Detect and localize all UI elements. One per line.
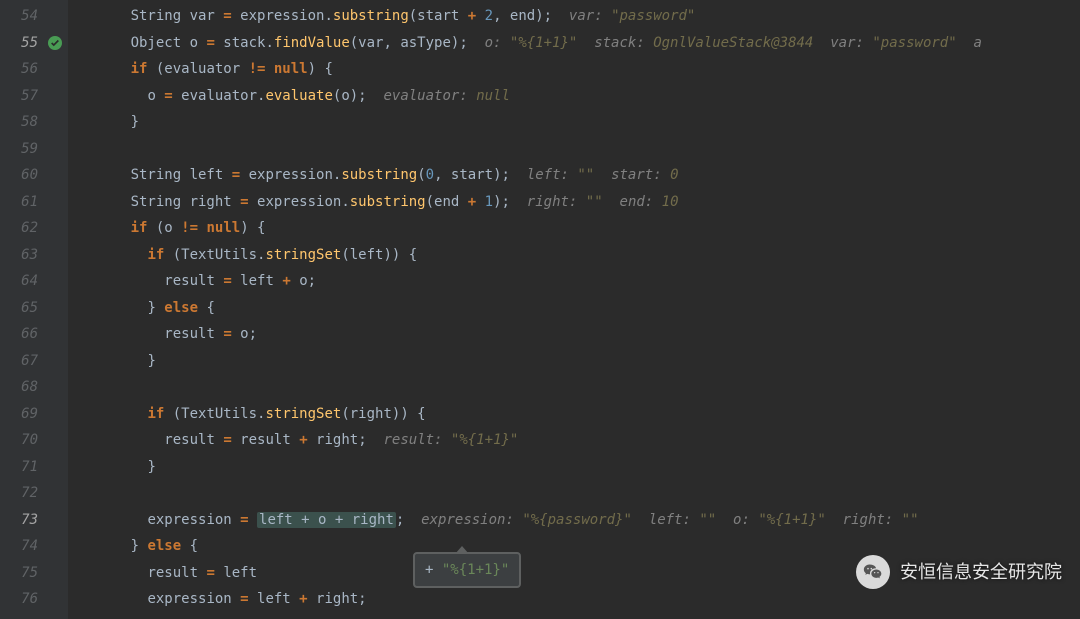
code-line[interactable] bbox=[68, 481, 1080, 508]
code-line[interactable]: result = o; bbox=[68, 322, 1080, 349]
line-number[interactable]: 62 bbox=[0, 216, 68, 243]
code-line[interactable]: if (TextUtils.stringSet(left)) { bbox=[68, 243, 1080, 270]
line-number[interactable]: 74 bbox=[0, 534, 68, 561]
line-number[interactable]: 54 bbox=[0, 4, 68, 31]
watermark-text: 安恒信息安全研究院 bbox=[900, 560, 1062, 584]
line-number[interactable]: 75 bbox=[0, 561, 68, 588]
line-number[interactable]: 70 bbox=[0, 428, 68, 455]
breakpoint-check-icon[interactable] bbox=[48, 36, 62, 50]
code-line[interactable]: if (TextUtils.stringSet(right)) { bbox=[68, 402, 1080, 429]
code-line[interactable]: result = result + right; result: "%{1+1}… bbox=[68, 428, 1080, 455]
line-number[interactable]: 68 bbox=[0, 375, 68, 402]
code-line[interactable]: o = evaluator.evaluate(o); evaluator: nu… bbox=[68, 84, 1080, 111]
tooltip-value: "%{1+1}" bbox=[442, 562, 509, 578]
line-number[interactable]: 71 bbox=[0, 455, 68, 482]
code-line[interactable]: if (o != null) { bbox=[68, 216, 1080, 243]
code-area[interactable]: String var = expression.substring(start … bbox=[68, 0, 1080, 619]
gutter[interactable]: 5455565758596061626364656667686970717273… bbox=[0, 0, 68, 619]
code-line[interactable]: String right = expression.substring(end … bbox=[68, 190, 1080, 217]
code-line[interactable]: if (evaluator != null) { bbox=[68, 57, 1080, 84]
code-line[interactable]: expression = left + right; bbox=[68, 587, 1080, 614]
line-number[interactable]: 56 bbox=[0, 57, 68, 84]
code-line[interactable]: result = left + o; bbox=[68, 269, 1080, 296]
code-line[interactable]: } else { bbox=[68, 296, 1080, 323]
code-editor[interactable]: 5455565758596061626364656667686970717273… bbox=[0, 0, 1080, 619]
line-number[interactable]: 67 bbox=[0, 349, 68, 376]
code-line[interactable]: } bbox=[68, 455, 1080, 482]
line-number[interactable]: 61 bbox=[0, 190, 68, 217]
line-number[interactable]: 60 bbox=[0, 163, 68, 190]
wechat-icon bbox=[856, 555, 890, 589]
tooltip-prefix: + bbox=[425, 562, 442, 578]
line-number[interactable]: 55 bbox=[0, 31, 68, 58]
line-number[interactable]: 57 bbox=[0, 84, 68, 111]
code-line[interactable]: } bbox=[68, 110, 1080, 137]
line-number[interactable]: 69 bbox=[0, 402, 68, 429]
line-number[interactable]: 64 bbox=[0, 269, 68, 296]
line-number[interactable]: 58 bbox=[0, 110, 68, 137]
line-number[interactable]: 63 bbox=[0, 243, 68, 270]
line-number[interactable]: 59 bbox=[0, 137, 68, 164]
code-line[interactable]: expression = left + o + right; expressio… bbox=[68, 508, 1080, 535]
line-number[interactable]: 73 bbox=[0, 508, 68, 535]
line-number[interactable]: 66 bbox=[0, 322, 68, 349]
code-line[interactable]: Object o = stack.findValue(var, asType);… bbox=[68, 31, 1080, 58]
line-number[interactable]: 76 bbox=[0, 587, 68, 614]
code-line[interactable]: String var = expression.substring(start … bbox=[68, 4, 1080, 31]
code-line[interactable] bbox=[68, 375, 1080, 402]
evaluate-tooltip[interactable]: + "%{1+1}" bbox=[413, 552, 521, 588]
line-number[interactable]: 65 bbox=[0, 296, 68, 323]
line-number[interactable]: 72 bbox=[0, 481, 68, 508]
code-line[interactable]: String left = expression.substring(0, st… bbox=[68, 163, 1080, 190]
watermark: 安恒信息安全研究院 bbox=[856, 555, 1062, 589]
code-line[interactable]: } bbox=[68, 349, 1080, 376]
code-line[interactable] bbox=[68, 137, 1080, 164]
